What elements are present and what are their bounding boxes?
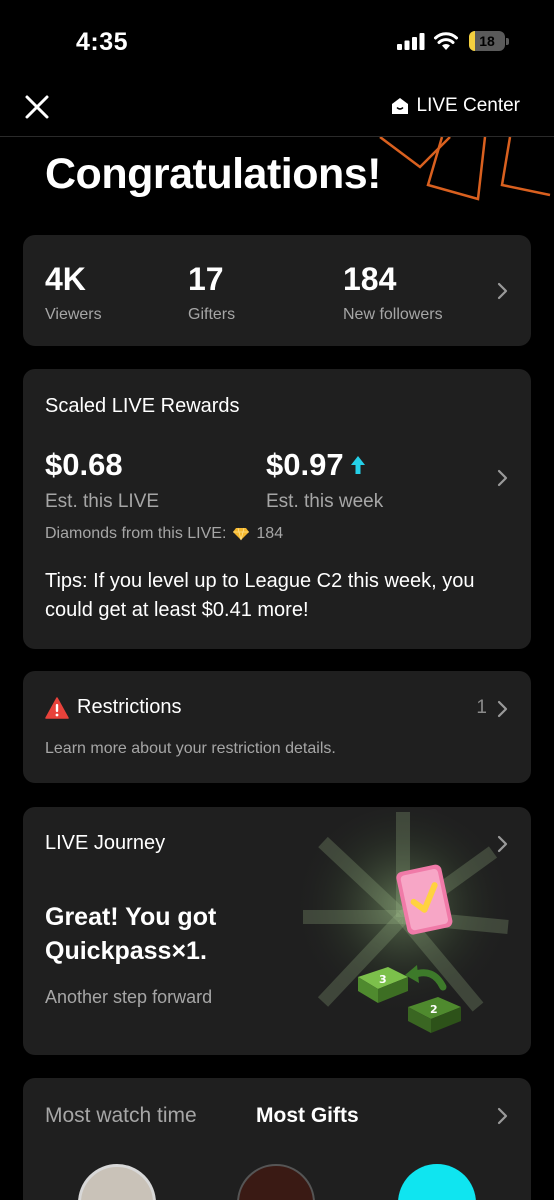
rewards-card[interactable]: Scaled LIVE Rewards $0.68 Est. this LIVE… <box>23 369 531 649</box>
chevron-right-icon[interactable] <box>497 700 509 718</box>
stat-label: Gifters <box>188 306 236 323</box>
journey-subtitle: Another step forward <box>45 987 213 1007</box>
chevron-right-icon[interactable] <box>497 282 509 300</box>
top-viewers-card: Most watch time Most Gifts <box>23 1078 531 1200</box>
diamonds-row: Diamonds from this LIVE: 184 <box>45 525 283 543</box>
diamonds-label: Diamonds from this LIVE: <box>45 525 227 542</box>
stat-label: New followers <box>343 306 443 323</box>
wifi-icon <box>434 32 458 50</box>
stat-gifters: 17 Gifters <box>188 261 235 324</box>
stats-card[interactable]: 4K Viewers 17 Gifters 184 New followers <box>23 235 531 346</box>
stat-label: Viewers <box>45 306 102 323</box>
chevron-right-icon[interactable] <box>497 835 509 853</box>
quickpass-illustration: 3 2 <box>293 807 513 1033</box>
week-estimate: $0.97 Est. this week <box>266 447 383 513</box>
decorative-shapes <box>379 137 551 201</box>
warning-icon <box>45 696 69 719</box>
stat-new-followers: 184 New followers <box>343 261 443 324</box>
close-icon[interactable] <box>24 94 50 120</box>
journey-title: LIVE Journey <box>45 832 166 854</box>
avatar[interactable] <box>78 1164 156 1200</box>
rewards-title: Scaled LIVE Rewards <box>45 395 240 417</box>
journey-headline: Great! You got Quickpass×1. <box>45 903 217 965</box>
status-time: 4:35 <box>76 28 129 56</box>
tab-most-gifts[interactable]: Most Gifts <box>256 1104 359 1128</box>
restrictions-card[interactable]: Restrictions 1 Learn more about your res… <box>23 671 531 783</box>
stat-value: 17 <box>188 261 224 297</box>
page-title: Congratulations! <box>45 150 381 198</box>
week-amount-label: Est. this week <box>266 491 384 512</box>
tips-text: Tips: If you level up to League C2 this … <box>45 570 475 621</box>
chevron-right-icon[interactable] <box>497 469 509 487</box>
restrictions-header: Restrictions <box>45 696 181 719</box>
header: LIVE Center <box>0 80 554 137</box>
chevron-right-icon[interactable] <box>497 1107 509 1125</box>
stat-viewers: 4K Viewers <box>45 261 102 324</box>
status-bar: 4:35 18 <box>0 0 554 80</box>
week-amount: $0.97 <box>266 447 344 482</box>
arrow-up-icon <box>350 456 365 474</box>
svg-text:3: 3 <box>379 973 387 986</box>
restrictions-count: 1 <box>476 697 487 718</box>
diamonds-value: 184 <box>256 525 284 542</box>
live-center-button[interactable]: LIVE Center <box>391 95 521 117</box>
avatar[interactable] <box>237 1164 315 1200</box>
restrictions-title: Restrictions <box>77 696 182 718</box>
battery-percent: 18 <box>479 33 495 49</box>
live-amount: $0.68 <box>45 447 123 482</box>
live-journey-card[interactable]: LIVE Journey Great! You got Quickpass×1.… <box>23 807 531 1055</box>
live-center-label: LIVE Center <box>416 95 521 116</box>
battery-indicator: 18 <box>469 31 509 51</box>
tab-most-watch-time[interactable]: Most watch time <box>45 1104 197 1128</box>
stat-value: 184 <box>343 261 397 297</box>
diamond-icon <box>233 527 250 541</box>
live-amount-label: Est. this LIVE <box>45 491 160 512</box>
restrictions-description: Learn more about your restriction detail… <box>45 740 336 757</box>
home-icon <box>391 98 408 114</box>
avatar[interactable] <box>398 1164 476 1200</box>
svg-text:2: 2 <box>430 1003 438 1016</box>
signal-icon <box>397 33 425 50</box>
stat-value: 4K <box>45 261 86 297</box>
live-estimate: $0.68 Est. this LIVE <box>45 447 159 513</box>
